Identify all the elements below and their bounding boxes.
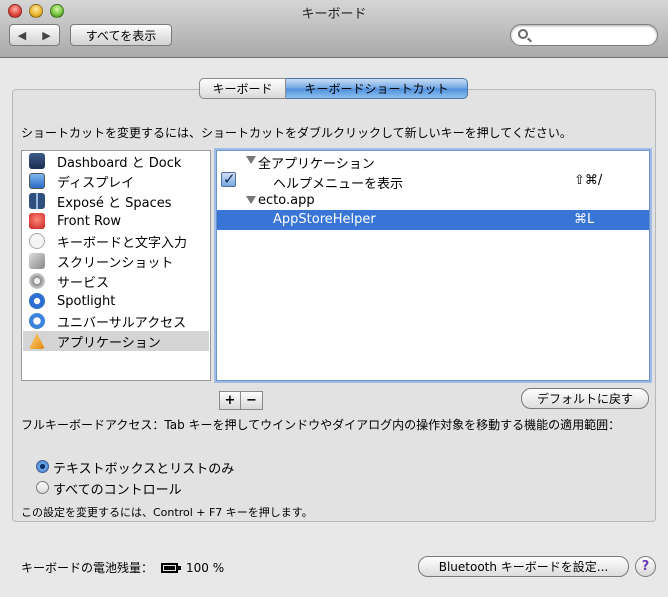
chevron-left-icon: ◀	[17, 28, 27, 42]
window-title: キーボード	[301, 7, 367, 22]
show-all-button[interactable]: すべてを表示	[70, 24, 172, 46]
shortcut-enabled-checkbox[interactable]	[221, 170, 236, 188]
battery-value: 100 %	[186, 560, 225, 575]
shortcut-group-row[interactable]: 全アプリケーション	[217, 151, 649, 172]
dashboard-icon	[29, 153, 45, 169]
category-item[interactable]: Spotlight	[23, 291, 209, 311]
display-icon	[29, 173, 45, 189]
front-row-icon	[29, 213, 45, 229]
shortcut-group-label: ecto.app	[258, 193, 315, 208]
category-item-selected[interactable]: アプリケーション	[23, 331, 209, 351]
category-label: ディスプレイ	[57, 175, 135, 191]
shortcut-group-row[interactable]: ecto.app	[217, 191, 649, 211]
category-label: ユニバーサルアクセス	[57, 315, 187, 331]
battery-status: キーボードの電池残量： 100 %	[21, 559, 224, 576]
tab-bar: キーボード キーボードショートカット	[199, 78, 468, 99]
search-icon	[518, 29, 528, 39]
gear-icon	[29, 273, 45, 289]
category-label: アプリケーション	[57, 335, 161, 351]
add-shortcut-button[interactable]: +	[219, 391, 241, 410]
spaces-icon	[29, 193, 45, 209]
category-item[interactable]: Dashboard と Dock	[23, 151, 209, 171]
instruction-text: ショートカットを変更するには、ショートカットをダブルクリックして新しいキーを押し…	[21, 126, 572, 140]
tab-keyboard-shortcuts[interactable]: キーボードショートカット	[286, 78, 468, 99]
radio-label: すべてのコントロール	[53, 483, 182, 498]
disclosure-triangle-icon[interactable]	[246, 156, 256, 164]
chevron-right-icon: ▶	[42, 28, 51, 42]
search-field[interactable]	[510, 24, 658, 46]
setup-bluetooth-keyboard-button[interactable]: Bluetooth キーボードを設定...	[418, 556, 629, 577]
category-label: Dashboard と Dock	[57, 155, 182, 171]
radio-text-boxes-and-lists[interactable]	[36, 460, 49, 473]
category-list[interactable]: Dashboard と Dock ディスプレイ Exposé と Spaces …	[21, 150, 211, 381]
applications-icon	[29, 333, 45, 349]
category-item[interactable]: ディスプレイ	[23, 171, 209, 191]
radio-all-controls[interactable]	[36, 481, 49, 494]
shortcut-label: AppStoreHelper	[273, 212, 376, 227]
shortcut-label: ヘルプメニューを表示	[273, 177, 404, 192]
keyboard-preferences-window: キーボード ◀ ▶ すべてを表示 キーボード キーボードショートカット ショート…	[0, 0, 668, 597]
category-label: サービス	[57, 275, 110, 291]
keyboard-icon	[29, 233, 45, 249]
search-input[interactable]	[533, 27, 651, 43]
shortcut-row-selected[interactable]: AppStoreHelper ⌘L	[217, 210, 649, 230]
battery-label: キーボードの電池残量：	[21, 561, 154, 575]
category-item[interactable]: ユニバーサルアクセス	[23, 311, 209, 331]
shortcut-hint-text: この設定を変更するには、Control + F7 キーを押します。	[21, 506, 313, 519]
category-item[interactable]: スクリーンショット	[23, 251, 209, 271]
restore-defaults-button[interactable]: デフォルトに戻す	[521, 388, 649, 409]
category-item[interactable]: キーボードと文字入力	[23, 231, 209, 251]
radio-label: テキストボックスとリストのみ	[53, 462, 235, 477]
category-item[interactable]: サービス	[23, 271, 209, 291]
category-label: Exposé と Spaces	[57, 195, 172, 211]
spotlight-icon	[29, 293, 45, 309]
category-label: Spotlight	[57, 293, 116, 309]
screenshot-icon	[29, 253, 45, 269]
forward-button[interactable]: ▶	[34, 24, 60, 46]
shortcut-key[interactable]: ⌘L	[574, 212, 594, 227]
category-item[interactable]: Front Row	[23, 211, 209, 231]
category-label: スクリーンショット	[57, 255, 174, 271]
shortcut-list[interactable]: 全アプリケーション ヘルプメニューを表示 ⇧⌘/ ecto.app AppSto…	[216, 150, 650, 381]
battery-icon	[161, 562, 182, 573]
add-remove-controls: + −	[219, 391, 263, 410]
category-item[interactable]: Exposé と Spaces	[23, 191, 209, 211]
universal-access-icon	[29, 313, 45, 329]
disclosure-triangle-icon[interactable]	[246, 196, 256, 204]
shortcut-group-label: 全アプリケーション	[258, 157, 375, 172]
title-bar: キーボード ◀ ▶ すべてを表示	[0, 0, 668, 58]
back-button[interactable]: ◀	[9, 24, 35, 46]
remove-shortcut-button[interactable]: −	[241, 391, 263, 410]
tab-keyboard[interactable]: キーボード	[199, 78, 286, 99]
shortcut-row[interactable]: ヘルプメニューを表示 ⇧⌘/	[217, 170, 649, 192]
category-label: キーボードと文字入力	[57, 235, 188, 251]
full-keyboard-access-description: フルキーボードアクセス：Tab キーを押してウインドウやダイアログ内の操作対象を…	[21, 418, 621, 432]
category-label: Front Row	[57, 213, 122, 229]
help-button[interactable]: ?	[635, 556, 656, 577]
shortcut-key[interactable]: ⇧⌘/	[574, 173, 602, 188]
